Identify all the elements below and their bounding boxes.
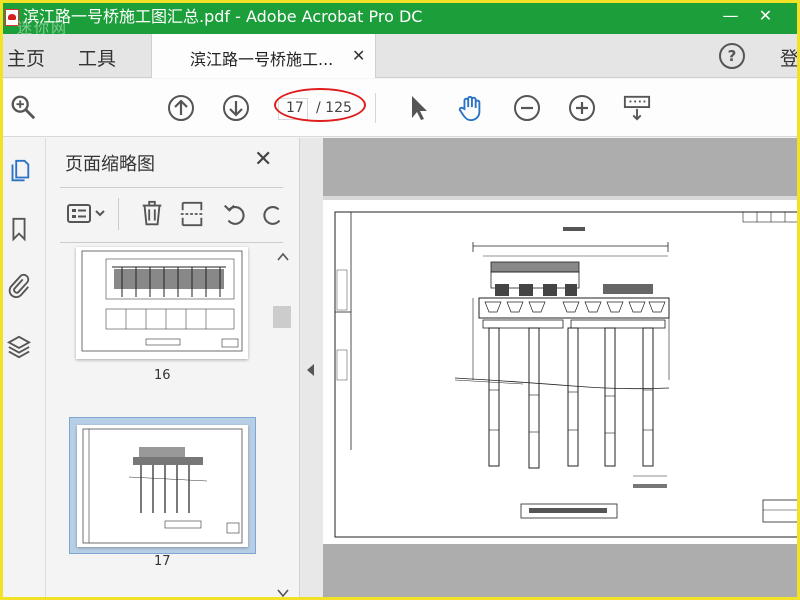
tab-home[interactable]: 主页 [7, 44, 45, 71]
panel-tool-divider [118, 198, 119, 230]
help-icon[interactable]: ? [719, 43, 745, 69]
cursor-arrow-icon[interactable] [405, 94, 433, 122]
trash-icon[interactable] [138, 200, 166, 228]
app-window: 滨江路一号桥施工图汇总.pdf - Adobe Acrobat Pro DC 迷… [0, 0, 800, 600]
panel-divider [60, 242, 283, 243]
bookmark-icon[interactable] [7, 216, 31, 242]
thumbnail-options-icon[interactable] [66, 200, 110, 228]
search-icon[interactable] [9, 93, 37, 121]
tab-tools[interactable]: 工具 [78, 44, 116, 71]
arrow-down-circle-icon[interactable] [222, 94, 250, 122]
layers-icon[interactable] [7, 334, 31, 360]
close-window-button[interactable]: ✕ [743, 3, 788, 31]
document-view[interactable] [323, 138, 797, 597]
login-link[interactable]: 登 [780, 44, 797, 71]
rotate-right-icon[interactable] [261, 200, 283, 228]
title-bar: 滨江路一号桥施工图汇总.pdf - Adobe Acrobat Pro DC 迷… [3, 3, 797, 37]
toolbar: 17 / 125 [3, 79, 797, 137]
thumbnail-label-17: 17 [154, 554, 171, 569]
collapse-arrow-icon[interactable] [307, 364, 314, 376]
thumbnail-scrollbar[interactable] [273, 244, 291, 598]
rotate-left-icon[interactable] [221, 200, 249, 228]
left-rail [3, 138, 46, 597]
window-title: 滨江路一号桥施工图汇总.pdf - Adobe Acrobat Pro DC [23, 7, 423, 26]
document-tab-label: 滨江路一号桥施工... [190, 50, 334, 69]
close-tab-icon[interactable]: ✕ [352, 46, 365, 65]
zoom-in-icon[interactable] [568, 94, 596, 122]
thumbnail-page-17[interactable] [77, 425, 248, 547]
zoom-out-icon[interactable] [513, 94, 541, 122]
keyboard-tools-icon[interactable] [622, 94, 652, 122]
scroll-up-icon[interactable] [277, 252, 289, 262]
thumbnail-label-16: 16 [154, 368, 171, 383]
hand-tool-icon[interactable] [457, 94, 485, 122]
close-panel-icon[interactable]: ✕ [254, 147, 272, 172]
tab-document[interactable]: 滨江路一号桥施工... ✕ [151, 34, 376, 78]
thumbnail-panel: 页面缩略图 ✕ 16 17 [46, 138, 298, 598]
extract-pages-icon[interactable] [178, 200, 206, 228]
thumbnail-list: 16 17 [46, 244, 298, 598]
annotation-ellipse [274, 88, 366, 122]
thumbnail-page-16[interactable] [76, 247, 248, 359]
pdf-page [323, 200, 797, 544]
panel-title: 页面缩略图 [65, 154, 155, 175]
panel-collapse-strip[interactable] [299, 138, 323, 597]
page-thumbnails-icon[interactable] [7, 158, 31, 184]
arrow-up-circle-icon[interactable] [167, 94, 195, 122]
bridge-drawing [334, 211, 797, 538]
toolbar-divider [375, 93, 376, 123]
panel-divider [60, 187, 283, 188]
scroll-down-icon[interactable] [277, 588, 289, 598]
scrollbar-thumb[interactable] [273, 306, 291, 328]
tab-bar: 主页 工具 滨江路一号桥施工... ✕ ? 登 [3, 34, 797, 78]
attachment-icon[interactable] [7, 272, 31, 298]
